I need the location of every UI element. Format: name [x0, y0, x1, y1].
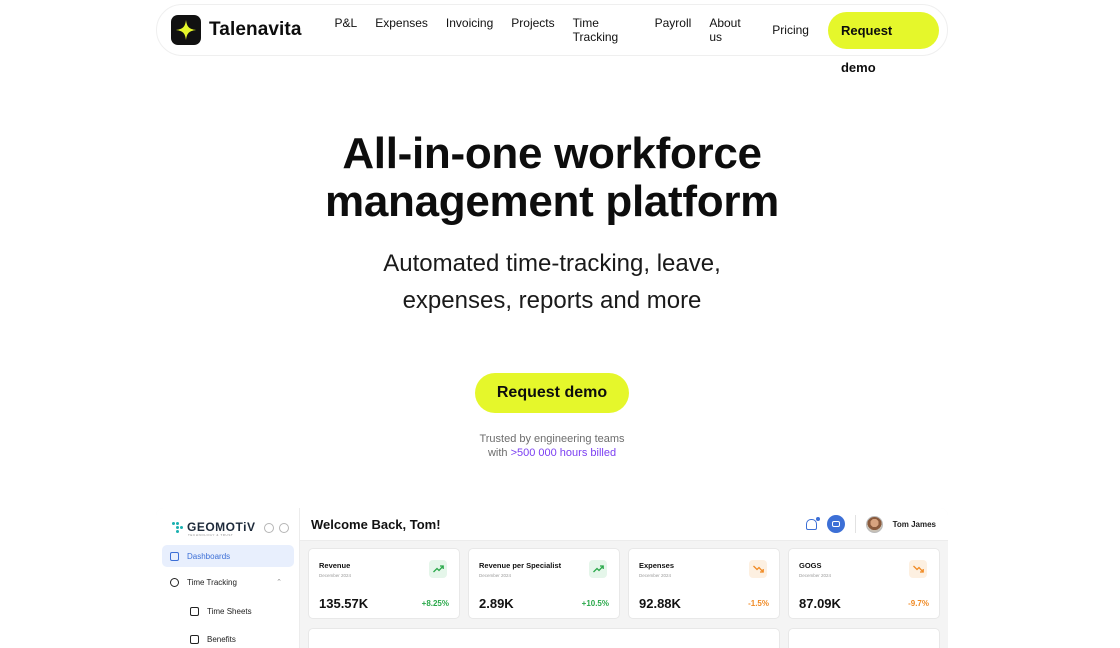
kpi-card-title: Revenue	[319, 561, 351, 570]
sidebar-item-time-sheets[interactable]: Time Sheets	[182, 600, 294, 622]
trend-down-icon	[909, 560, 927, 578]
top-navbar: Talenavita P&L Expenses Invoicing Projec…	[156, 4, 948, 75]
welcome-heading: Welcome Back, Tom!	[311, 516, 441, 532]
hero-subtitle-line-1: Automated time-tracking, leave,	[383, 250, 721, 277]
kpi-cards: Revenue December 2024 135.57K +8.25% Rev…	[308, 548, 940, 619]
kpi-card-gogs[interactable]: GOGS December 2024 87.09K -9.7%	[788, 548, 940, 619]
moon-icon[interactable]	[264, 523, 274, 533]
hero-subtitle-line-2: expenses, reports and more	[402, 287, 702, 314]
geomotiv-dots-icon	[172, 521, 184, 533]
side-panel	[788, 628, 940, 648]
sidebar-item-time-tracking[interactable]: Time Tracking ⌃	[162, 571, 294, 593]
nav-link-invoicing[interactable]: Invoicing	[437, 16, 502, 44]
avatar[interactable]	[865, 515, 883, 533]
hero-title-line-1: All-in-one workforce	[342, 129, 762, 178]
grid-icon	[170, 551, 179, 561]
calendar-icon	[190, 634, 199, 644]
hero-title: All-in-one workforce management platform	[0, 130, 1104, 226]
sidebar-toolbar	[264, 523, 289, 533]
nav-request-demo-button[interactable]: Request demo	[827, 11, 939, 75]
brand-name: Talenavita	[209, 19, 302, 40]
geomotiv-logo: GEOMOTiV	[172, 520, 255, 534]
sidebar-item-benefits[interactable]: Benefits	[182, 628, 294, 648]
sidebar-item-label: Time Tracking	[187, 577, 237, 587]
geomotiv-wordmark: GEOMOTiV	[187, 520, 256, 534]
kpi-card-change: +8.25%	[421, 599, 449, 608]
bell-icon[interactable]	[805, 516, 820, 530]
trust-highlight: >500 000 hours billed	[510, 447, 617, 459]
dashboard-sidebar: GEOMOTiV TECHNOLOGY & TRUST Dashboards T…	[156, 508, 300, 648]
sidebar-item-label: Benefits	[207, 634, 236, 644]
hero-subtitle: Automated time-tracking, leave, expenses…	[0, 245, 1104, 319]
brand-logo[interactable]: Talenavita	[171, 15, 302, 45]
sidebar-item-label: Dashboards	[187, 551, 231, 561]
nav-link-time-tracking[interactable]: Time Tracking	[564, 16, 646, 44]
nav-link-expenses[interactable]: Expenses	[366, 16, 437, 44]
trend-up-icon	[429, 560, 447, 578]
dashboard-header: Welcome Back, Tom! Tom James	[300, 508, 948, 541]
kpi-card-revenue[interactable]: Revenue December 2024 135.57K +8.25%	[308, 548, 460, 619]
chat-icon[interactable]	[826, 515, 845, 533]
primary-nav: P&L Expenses Invoicing Projects Time Tra…	[326, 16, 701, 44]
kpi-card-expenses[interactable]: Expenses December 2024 92.88K -1.5%	[628, 548, 780, 619]
header-divider	[854, 515, 856, 533]
header-actions: Tom James	[805, 515, 948, 533]
dashboard-main: Welcome Back, Tom! Tom James Revenue Dec…	[300, 508, 948, 648]
nav-link-projects[interactable]: Projects	[502, 16, 563, 44]
hero-title-line-2: management platform	[325, 177, 779, 226]
kpi-card-date: December 2024	[799, 573, 832, 578]
secondary-nav: About us Pricing Request demo	[700, 11, 939, 75]
kpi-card-change: -9.7%	[908, 599, 929, 608]
kpi-card-title: GOGS	[799, 561, 822, 570]
kpi-card-change: +10.5%	[581, 599, 609, 608]
sidebar-item-label: Time Sheets	[207, 606, 252, 616]
chevron-up-icon: ⌃	[276, 579, 282, 586]
nav-link-about[interactable]: About us	[700, 16, 763, 44]
nav-link-pricing[interactable]: Pricing	[763, 23, 818, 37]
kpi-card-revenue-per-specialist[interactable]: Revenue per Specialist December 2024 2.8…	[468, 548, 620, 619]
hero-request-demo-button[interactable]: Request demo	[475, 373, 629, 413]
kpi-card-change: -1.5%	[748, 599, 769, 608]
trend-down-icon	[749, 560, 767, 578]
nav-link-payroll[interactable]: Payroll	[646, 16, 701, 44]
sparkle-logo-icon	[171, 15, 201, 45]
trend-up-icon	[589, 560, 607, 578]
nav-link-pl[interactable]: P&L	[326, 16, 367, 44]
kpi-card-value: 135.57K	[319, 596, 369, 611]
kpi-card-title: Expenses	[639, 561, 675, 570]
dashboard-preview: GEOMOTiV TECHNOLOGY & TRUST Dashboards T…	[156, 508, 948, 648]
user-name[interactable]: Tom James	[893, 520, 936, 529]
kpi-card-value: 92.88K	[639, 596, 681, 611]
collapse-icon[interactable]	[279, 523, 289, 533]
chart-panel	[308, 628, 780, 648]
kpi-card-value: 2.89K	[479, 596, 514, 611]
kpi-card-value: 87.09K	[799, 596, 841, 611]
kpi-card-title: Revenue per Specialist	[479, 561, 562, 570]
kpi-card-date: December 2024	[319, 573, 352, 578]
trust-prefix: with	[487, 447, 511, 459]
kpi-card-date: December 2024	[639, 573, 672, 578]
geomotiv-tagline: TECHNOLOGY & TRUST	[188, 533, 234, 537]
trust-statement: Trusted by engineering teams with >500 0…	[0, 432, 1104, 460]
clock-icon	[170, 577, 179, 587]
kpi-card-date: December 2024	[479, 573, 512, 578]
sidebar-item-dashboards[interactable]: Dashboards	[162, 545, 294, 567]
trust-line-1: Trusted by engineering teams	[479, 433, 625, 445]
calendar-icon	[190, 606, 199, 616]
